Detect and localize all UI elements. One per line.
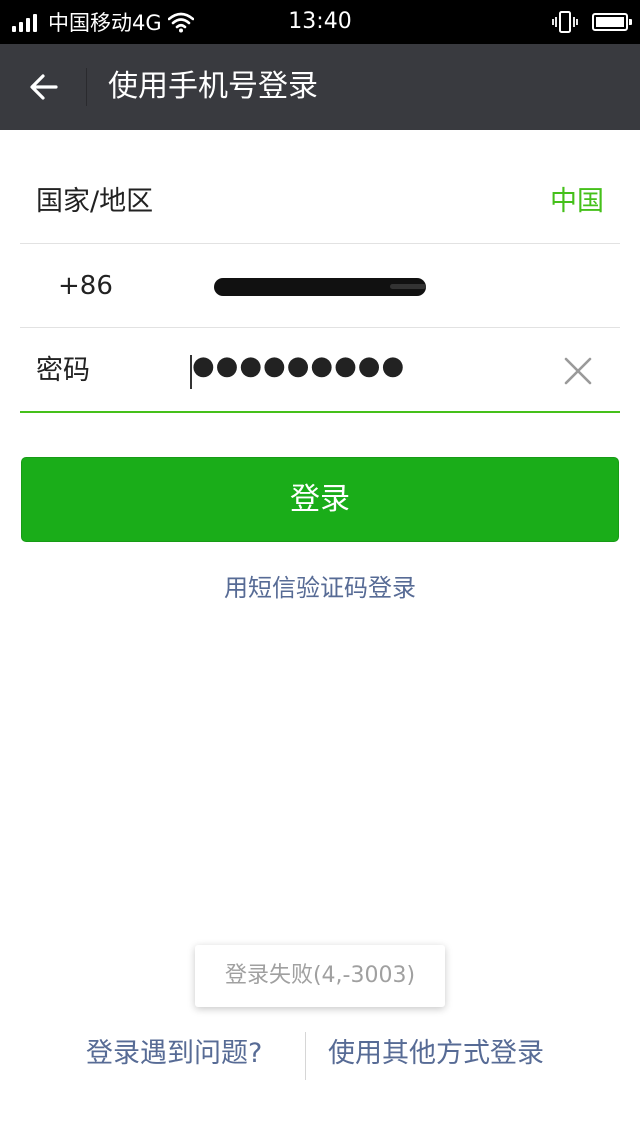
phone-row: +86 <box>20 244 620 328</box>
status-bar: 中国移动4G 13:40 <box>0 0 640 44</box>
password-input[interactable]: ●●●●●●●●● <box>192 351 492 391</box>
country-row[interactable]: 国家/地区 中国 <box>20 160 620 244</box>
password-row: 密码 ●●●●●●●●● <box>20 329 620 413</box>
login-button[interactable]: 登录 <box>21 457 619 542</box>
back-arrow-icon <box>30 74 58 100</box>
screen: 中国移动4G 13:40 使用手机号登录 国家/地区 中国 +86 密码 ●●●… <box>0 0 640 1138</box>
status-right <box>552 0 632 44</box>
close-icon[interactable] <box>558 351 598 391</box>
app-bar-divider <box>86 68 87 106</box>
battery-icon <box>592 13 632 31</box>
password-label: 密码 <box>36 355 90 386</box>
country-label: 国家/地区 <box>36 186 154 217</box>
status-time: 13:40 <box>288 9 352 34</box>
bottom-divider <box>305 1032 306 1080</box>
error-toast: 登录失败(4,-3003) <box>195 945 445 1007</box>
phone-prefix: +86 <box>58 271 113 301</box>
page-title: 使用手机号登录 <box>108 69 318 104</box>
login-problem-link[interactable]: 登录遇到问题? <box>86 1034 262 1074</box>
phone-input[interactable] <box>190 266 426 306</box>
vibrate-icon <box>552 11 578 33</box>
other-login-methods-link[interactable]: 使用其他方式登录 <box>328 1034 544 1074</box>
app-bar: 使用手机号登录 <box>0 44 640 130</box>
sms-login-link[interactable]: 用短信验证码登录 <box>0 568 640 608</box>
country-value[interactable]: 中国 <box>550 160 604 244</box>
back-button[interactable] <box>14 57 74 117</box>
phone-redacted-tail <box>390 284 426 289</box>
